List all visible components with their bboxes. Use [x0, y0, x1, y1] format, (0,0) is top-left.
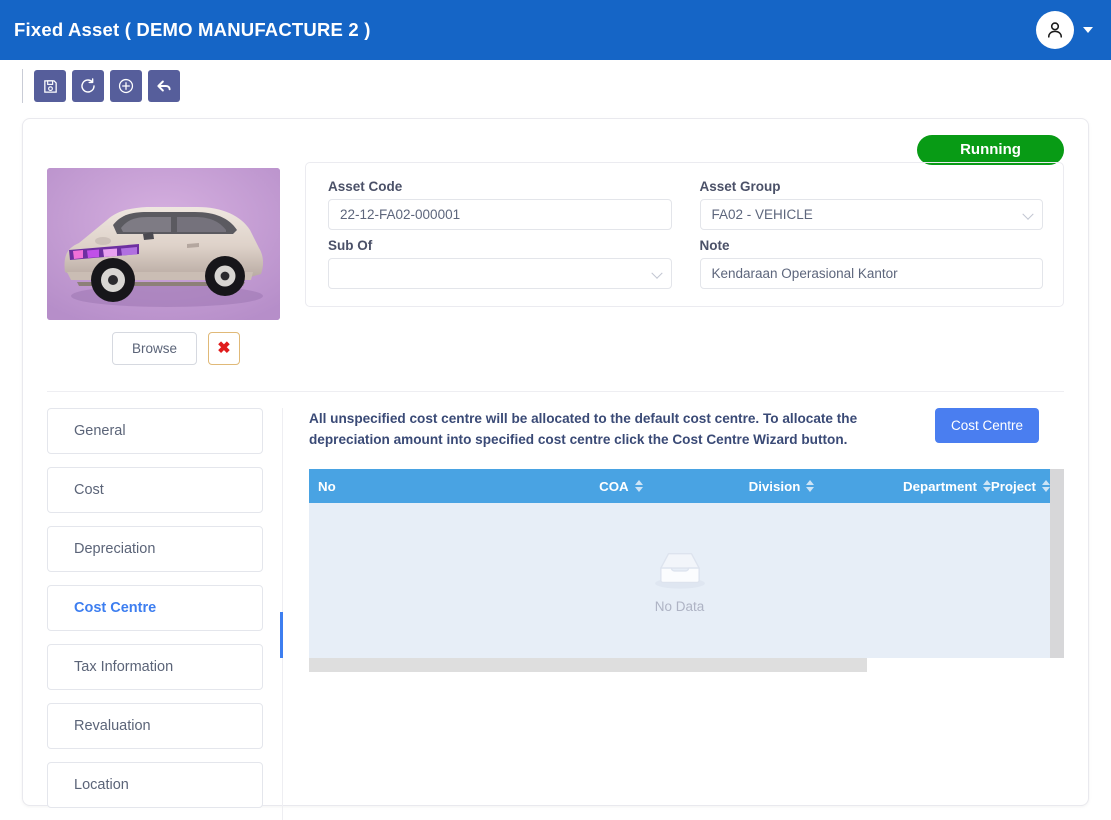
asset-photo-car: [47, 168, 280, 320]
active-tab-indicator: [280, 612, 283, 658]
refresh-icon: [81, 78, 95, 93]
sort-desc-icon: [1041, 487, 1050, 493]
chevron-down-icon: [650, 267, 663, 279]
sidebar-item-revaluation[interactable]: Revaluation: [47, 703, 263, 749]
sidebar-item-tax-information[interactable]: Tax Information: [47, 644, 263, 690]
no-data-label: No Data: [654, 599, 705, 615]
column-header-department[interactable]: Department: [814, 479, 991, 494]
asset-photo-column: Browse ✖: [47, 168, 305, 365]
note-group: Note Kendaraan Operasional Kantor: [699, 238, 1043, 289]
cost-centre-panel: All unspecified cost centre will be allo…: [283, 408, 1064, 820]
chevron-down-icon: [1022, 208, 1034, 220]
sort-asc-icon: [806, 480, 815, 486]
car-image: [47, 168, 280, 320]
detail-tab-list: General Cost Depreciation Cost Centre Ta…: [47, 408, 283, 820]
status-row: Running: [47, 135, 1064, 165]
asset-summary-section: Browse ✖ Asset Code 22-12-FA02-000001 As…: [47, 162, 1064, 365]
column-header-division[interactable]: Division: [643, 479, 815, 494]
status-badge: Running: [917, 135, 1064, 165]
note-label: Note: [699, 238, 730, 253]
cost-centre-table: No COA Division Department Project No Da…: [309, 469, 1064, 673]
plus-circle-icon: [118, 78, 134, 94]
scrollbar-thumb[interactable]: [309, 658, 867, 673]
toolbar-divider: [22, 69, 23, 103]
asset-group-select[interactable]: FA02 - VEHICLE: [699, 199, 1043, 230]
browse-button[interactable]: Browse: [111, 332, 197, 365]
note-input[interactable]: Kendaraan Operasional Kantor: [699, 258, 1043, 289]
app-header: Fixed Asset ( DEMO MANUFACTURE 2 ): [0, 0, 1111, 60]
photo-actions: Browse ✖: [47, 332, 305, 365]
sidebar-item-general[interactable]: General: [47, 408, 263, 454]
detail-section: General Cost Depreciation Cost Centre Ta…: [47, 408, 1064, 820]
sort-icon[interactable]: [1041, 480, 1050, 493]
asset-group-label: Asset Group: [699, 179, 781, 194]
asset-group-value: FA02 - VEHICLE: [711, 207, 813, 222]
sub-of-select[interactable]: [328, 258, 672, 289]
column-header-no[interactable]: No: [309, 479, 476, 494]
column-header-coa[interactable]: COA: [476, 479, 643, 494]
user-menu[interactable]: [1036, 11, 1093, 49]
table-body-empty: No Data: [309, 503, 1064, 659]
sort-asc-icon: [634, 480, 643, 486]
save-icon: [43, 79, 57, 93]
sort-icon[interactable]: [806, 480, 815, 493]
sidebar-item-cost-centre[interactable]: Cost Centre: [47, 585, 263, 631]
column-label-no: No: [318, 478, 336, 494]
field-grid: Asset Code 22-12-FA02-000001 Asset Group…: [328, 179, 1043, 289]
delete-photo-button[interactable]: ✖: [208, 332, 240, 365]
table-vertical-scrollbar[interactable]: [1050, 469, 1064, 659]
refresh-button[interactable]: [72, 70, 104, 102]
page-title: Fixed Asset ( DEMO MANUFACTURE 2 ): [14, 19, 371, 40]
sidebar-item-depreciation[interactable]: Depreciation: [47, 526, 263, 572]
column-header-project[interactable]: Project: [991, 479, 1050, 494]
back-button[interactable]: [148, 70, 180, 102]
main-card: Running Browse ✖ Asset Code 22-12-FA02-0…: [22, 118, 1089, 820]
table-horizontal-scrollbar[interactable]: [309, 658, 1064, 673]
avatar[interactable]: [1036, 11, 1074, 49]
sort-desc-icon: [982, 487, 991, 493]
sidebar-item-location[interactable]: Location: [47, 762, 263, 808]
chevron-down-icon[interactable]: [1083, 27, 1093, 33]
column-label-division: Division: [748, 478, 801, 494]
sort-desc-icon: [806, 487, 815, 493]
save-button[interactable]: [34, 70, 66, 102]
asset-code-group: Asset Code 22-12-FA02-000001: [328, 179, 672, 230]
add-button[interactable]: [110, 70, 142, 102]
sort-asc-icon: [982, 480, 991, 486]
sidebar-item-cost[interactable]: Cost: [47, 467, 263, 513]
sub-of-group: Sub Of: [328, 238, 672, 289]
sort-icon[interactable]: [634, 480, 643, 493]
inbox-icon: [654, 553, 705, 589]
sub-of-label: Sub Of: [328, 238, 373, 253]
asset-group-group: Asset Group FA02 - VEHICLE: [699, 179, 1043, 230]
table-header-row: No COA Division Department Project: [309, 469, 1064, 504]
notice-row: All unspecified cost centre will be allo…: [309, 408, 1064, 450]
sort-icon[interactable]: [982, 480, 991, 493]
cost-centre-notice: All unspecified cost centre will be allo…: [309, 411, 858, 448]
sort-desc-icon: [634, 487, 643, 493]
column-label-coa: COA: [599, 478, 629, 494]
cost-centre-wizard-button[interactable]: Cost Centre: [935, 408, 1040, 443]
section-divider: [47, 391, 1064, 392]
column-label-department: Department: [903, 478, 977, 494]
sort-asc-icon: [1041, 480, 1050, 486]
asset-fields-panel: Asset Code 22-12-FA02-000001 Asset Group…: [305, 162, 1064, 307]
user-icon: [1047, 22, 1063, 38]
arrow-back-icon: [157, 80, 171, 92]
asset-code-input[interactable]: 22-12-FA02-000001: [328, 199, 672, 230]
column-label-project: Project: [990, 478, 1036, 494]
asset-code-label: Asset Code: [328, 179, 403, 194]
toolbar: [0, 60, 1111, 112]
